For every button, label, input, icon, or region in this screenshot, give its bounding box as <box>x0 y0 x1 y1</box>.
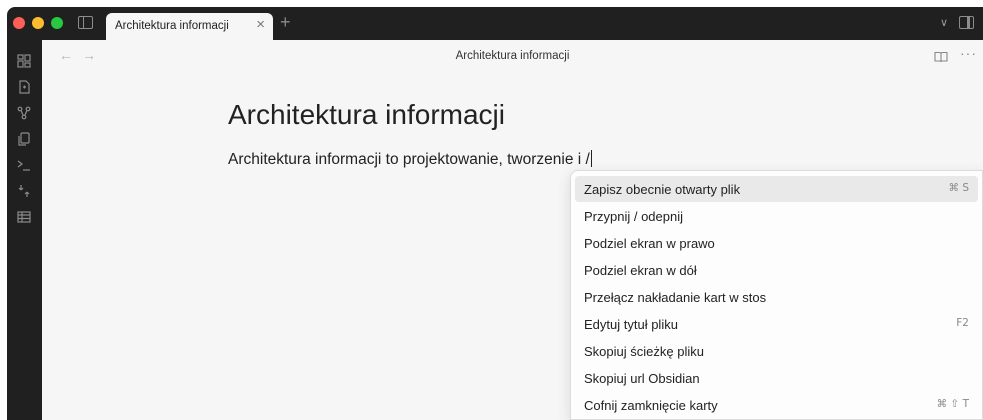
daily-note-icon[interactable] <box>17 80 31 94</box>
suggestion-label: Przypnij / odepnij <box>584 209 683 224</box>
suggestion-hotkey: ⌘ ⇧ T <box>936 398 969 410</box>
new-tab-icon[interactable]: + <box>280 13 291 31</box>
suggestion-hotkey: ⌘ S <box>948 182 969 194</box>
canvas-icon[interactable] <box>17 210 31 224</box>
reading-view-book-icon[interactable] <box>934 50 948 63</box>
left-sidebar-toggle-icon[interactable] <box>78 16 93 29</box>
minimize-window-button[interactable] <box>32 17 44 29</box>
suggestion-hotkey: F2 <box>956 317 969 329</box>
suggestion-item-copy-file-path[interactable]: Skopiuj ścieżkę pliku <box>575 338 978 364</box>
obsidian-window: Architektura informacji × + ∨ ← → Archit… <box>7 7 983 420</box>
suggestion-label: Zapisz obecnie otwarty plik <box>584 182 741 197</box>
suggestion-item-undo-close-tab[interactable]: Cofnij zamknięcie karty ⌘ ⇧ T <box>575 392 978 418</box>
suggestion-label: Podziel ekran w prawo <box>584 236 715 251</box>
suggestion-item-pin-unpin[interactable]: Przypnij / odepnij <box>575 203 978 229</box>
tab-architektura-informacji[interactable]: Architektura informacji × <box>106 13 273 40</box>
suggestion-item-save-file[interactable]: Zapisz obecnie otwarty plik ⌘ S <box>575 176 978 202</box>
importer-icon[interactable] <box>17 184 31 198</box>
close-tab-icon[interactable]: × <box>256 17 265 32</box>
suggestion-item-split-right[interactable]: Podziel ekran w prawo <box>575 230 978 256</box>
editor-line-text: Architektura informacji to projektowanie… <box>228 151 590 168</box>
suggestion-label: Podziel ekran w dół <box>584 263 697 278</box>
suggestion-item-toggle-stacked-tabs[interactable]: Przełącz nakładanie kart w stos <box>575 284 978 310</box>
suggestion-label: Skopiuj url Obsidian <box>584 371 700 386</box>
suggestion-label: Przełącz nakładanie kart w stos <box>584 290 767 305</box>
tab-list-chevron-icon[interactable]: ∨ <box>940 16 948 29</box>
suggestion-item-split-down[interactable]: Podziel ekran w dół <box>575 257 978 283</box>
templates-icon[interactable] <box>17 132 31 146</box>
suggestion-label: Edytuj tytuł pliku <box>584 317 678 332</box>
more-options-icon[interactable]: ··· <box>960 45 977 61</box>
view-header: ← → Architektura informacji ··· <box>42 40 983 73</box>
suggestion-item-rename-file[interactable]: Edytuj tytuł pliku F2 <box>575 311 978 337</box>
suggestion-label: Skopiuj ścieżkę pliku <box>584 344 704 359</box>
title-bar: Architektura informacji × + ∨ <box>7 7 983 40</box>
view-title[interactable]: Architektura informacji <box>42 50 983 62</box>
suggestion-label: Cofnij zamknięcie karty <box>584 398 718 413</box>
tab-label: Architektura informacji <box>115 20 229 32</box>
text-caret <box>590 150 592 167</box>
close-window-button[interactable] <box>13 17 25 29</box>
suggestion-item-copy-obsidian-url[interactable]: Skopiuj url Obsidian <box>575 365 978 391</box>
slash-command-suggestions: Zapisz obecnie otwarty plik ⌘ S Przypnij… <box>570 170 983 420</box>
left-ribbon <box>7 40 42 420</box>
zoom-window-button[interactable] <box>51 17 63 29</box>
graph-icon[interactable] <box>17 106 31 120</box>
right-sidebar-toggle-icon[interactable] <box>959 16 974 29</box>
command-palette-icon[interactable] <box>17 158 31 172</box>
switcher-icon[interactable] <box>17 54 31 68</box>
editor-line[interactable]: Architektura informacji to projektowanie… <box>228 150 592 169</box>
note-title[interactable]: Architektura informacji <box>228 99 505 131</box>
